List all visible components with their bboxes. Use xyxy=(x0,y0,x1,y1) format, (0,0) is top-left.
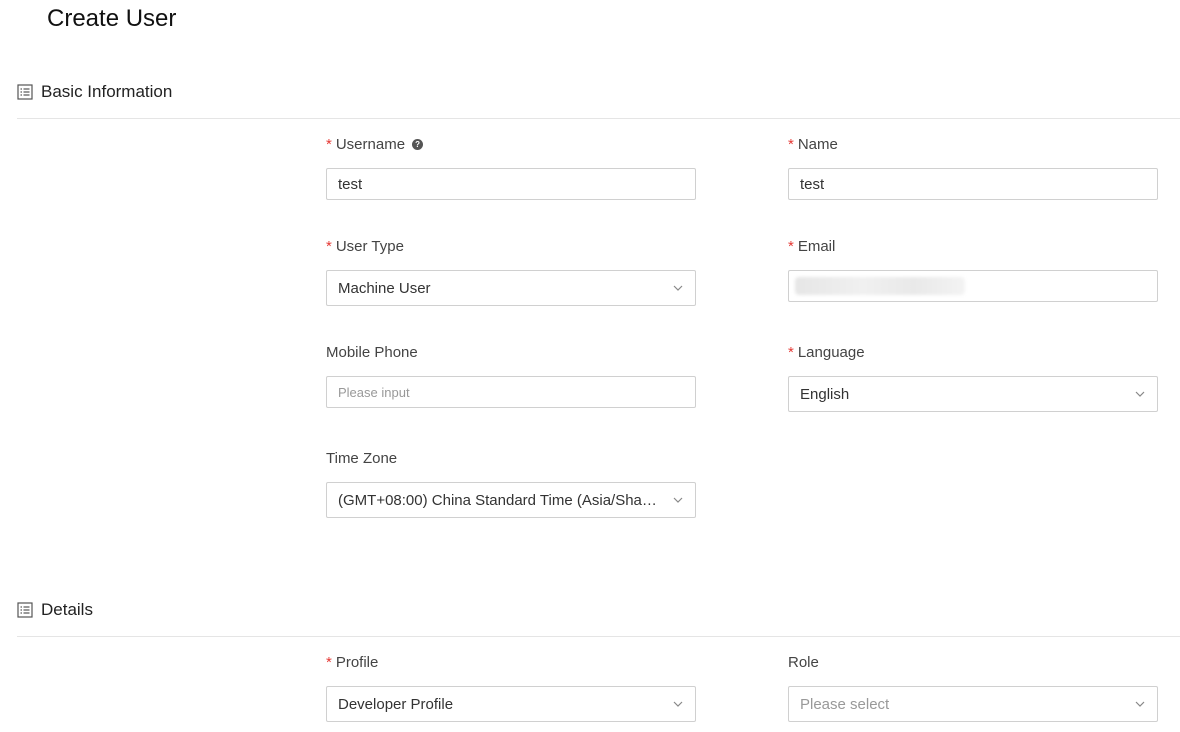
mobile-phone-input[interactable]: Please input xyxy=(326,376,696,408)
required-marker: * xyxy=(788,237,794,255)
chevron-down-icon xyxy=(673,701,683,707)
list-icon xyxy=(17,602,33,618)
section-details: Details xyxy=(17,600,93,620)
time-zone-select[interactable]: (GMT+08:00) China Standard Time (Asia/Sh… xyxy=(326,482,696,518)
user-type-field: * User Type Machine User xyxy=(326,236,696,306)
redacted-email-value xyxy=(795,277,965,295)
mobile-phone-label: Mobile Phone xyxy=(326,343,418,361)
role-field: Role Please select xyxy=(788,652,1158,722)
profile-field: * Profile Developer Profile xyxy=(326,652,696,722)
name-field: * Name test xyxy=(788,134,1158,200)
email-input[interactable] xyxy=(788,270,1158,302)
section-title: Details xyxy=(41,600,93,619)
question-circle-icon[interactable]: ? xyxy=(412,138,424,150)
section-divider xyxy=(17,636,1180,637)
section-title: Basic Information xyxy=(41,82,173,101)
user-type-select[interactable]: Machine User xyxy=(326,270,696,306)
time-zone-label: Time Zone xyxy=(326,449,398,467)
email-label: * Email xyxy=(788,237,836,255)
username-input[interactable]: test xyxy=(326,168,696,200)
required-marker: * xyxy=(788,135,794,153)
list-icon xyxy=(17,84,33,100)
section-basic-information: Basic Information xyxy=(17,82,172,102)
time-zone-field: Time Zone (GMT+08:00) China Standard Tim… xyxy=(326,448,696,518)
username-label: * Username ? xyxy=(326,134,696,154)
user-type-label: * User Type xyxy=(326,237,404,255)
chevron-down-icon xyxy=(1135,391,1145,397)
username-field: * Username ? test xyxy=(326,134,696,200)
chevron-down-icon xyxy=(1135,701,1145,707)
profile-label: * Profile xyxy=(326,653,379,671)
section-divider xyxy=(17,118,1180,119)
chevron-down-icon xyxy=(673,285,683,291)
required-marker: * xyxy=(326,237,332,255)
required-marker: * xyxy=(326,653,332,671)
language-label: * Language xyxy=(788,343,865,361)
role-select[interactable]: Please select xyxy=(788,686,1158,722)
name-input[interactable]: test xyxy=(788,168,1158,200)
required-marker: * xyxy=(326,135,332,153)
language-select[interactable]: English xyxy=(788,376,1158,412)
profile-select[interactable]: Developer Profile xyxy=(326,686,696,722)
required-marker: * xyxy=(788,343,794,361)
mobile-phone-field: Mobile Phone Please input xyxy=(326,342,696,408)
name-label: * Name xyxy=(788,135,838,153)
email-field: * Email xyxy=(788,236,1158,302)
role-label: Role xyxy=(788,653,819,671)
language-field: * Language English xyxy=(788,342,1158,412)
chevron-down-icon xyxy=(673,497,683,503)
page-title: Create User xyxy=(47,5,177,32)
